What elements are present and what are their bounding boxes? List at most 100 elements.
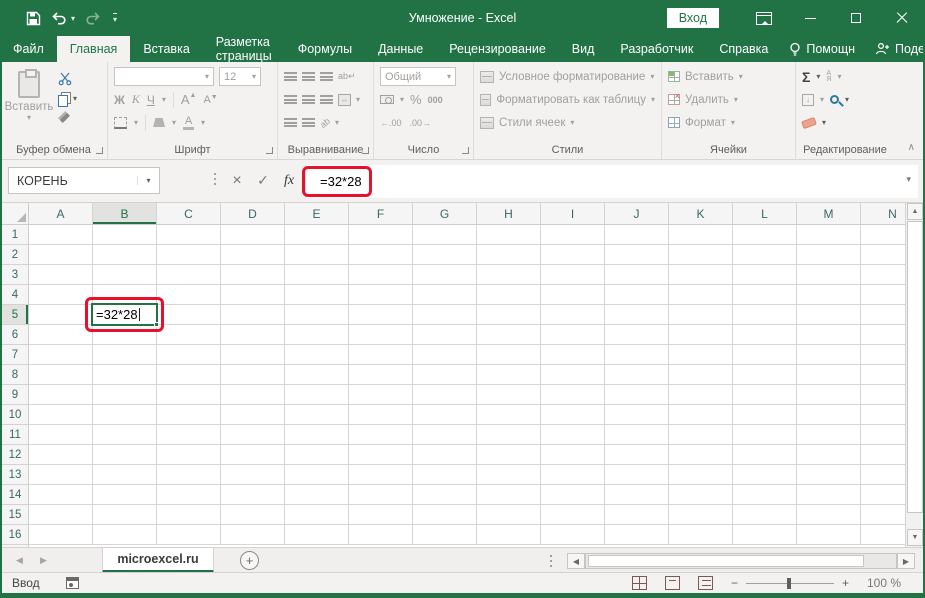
cell-J10[interactable] bbox=[605, 405, 669, 425]
cell-M15[interactable] bbox=[797, 505, 861, 525]
cell-J1[interactable] bbox=[605, 225, 669, 245]
cell-D7[interactable] bbox=[221, 345, 285, 365]
cell-A16[interactable] bbox=[29, 525, 93, 545]
cell-C6[interactable] bbox=[157, 325, 221, 345]
row-header-2[interactable]: 2 bbox=[2, 245, 28, 265]
font-size-select[interactable]: 12▾ bbox=[219, 67, 261, 86]
cell-E13[interactable] bbox=[285, 465, 349, 485]
cell-I15[interactable] bbox=[541, 505, 605, 525]
cell-M1[interactable] bbox=[797, 225, 861, 245]
minimize-button[interactable] bbox=[787, 0, 833, 36]
cell-G14[interactable] bbox=[413, 485, 477, 505]
cell-H8[interactable] bbox=[477, 365, 541, 385]
cell-G7[interactable] bbox=[413, 345, 477, 365]
cell-E11[interactable] bbox=[285, 425, 349, 445]
column-header-K[interactable]: K bbox=[669, 203, 733, 224]
cell-M12[interactable] bbox=[797, 445, 861, 465]
cell-G11[interactable] bbox=[413, 425, 477, 445]
zoom-slider-thumb[interactable] bbox=[787, 578, 791, 589]
cell-A14[interactable] bbox=[29, 485, 93, 505]
cell-N7[interactable] bbox=[861, 345, 905, 365]
cell-G4[interactable] bbox=[413, 285, 477, 305]
row-header-16[interactable]: 16 bbox=[2, 525, 28, 545]
cell-M2[interactable] bbox=[797, 245, 861, 265]
cell-F10[interactable] bbox=[349, 405, 413, 425]
row-header-5[interactable]: 5 bbox=[2, 305, 28, 325]
name-box-dropdown-icon[interactable]: ▾ bbox=[137, 176, 159, 185]
cell-K11[interactable] bbox=[669, 425, 733, 445]
cell-H2[interactable] bbox=[477, 245, 541, 265]
cell-M10[interactable] bbox=[797, 405, 861, 425]
cell-A12[interactable] bbox=[29, 445, 93, 465]
cell-M3[interactable] bbox=[797, 265, 861, 285]
cell-I16[interactable] bbox=[541, 525, 605, 545]
vertical-scrollbar[interactable]: ▲ ▼ bbox=[905, 203, 923, 547]
cell-E5[interactable] bbox=[285, 305, 349, 325]
zoom-out-button[interactable]: − bbox=[731, 576, 738, 590]
cell-B13[interactable] bbox=[93, 465, 157, 485]
column-header-J[interactable]: J bbox=[605, 203, 669, 224]
cell-B7[interactable] bbox=[93, 345, 157, 365]
cell-I6[interactable] bbox=[541, 325, 605, 345]
cell-F4[interactable] bbox=[349, 285, 413, 305]
scroll-left-arrow-icon[interactable]: ◀ bbox=[567, 553, 585, 569]
cell-D5[interactable] bbox=[221, 305, 285, 325]
column-header-C[interactable]: C bbox=[157, 203, 221, 224]
cell-M13[interactable] bbox=[797, 465, 861, 485]
column-header-A[interactable]: A bbox=[29, 203, 93, 224]
cell-J14[interactable] bbox=[605, 485, 669, 505]
cell-F14[interactable] bbox=[349, 485, 413, 505]
tab-help[interactable]: Справка bbox=[706, 36, 781, 62]
cell-D8[interactable] bbox=[221, 365, 285, 385]
cell-N1[interactable] bbox=[861, 225, 905, 245]
cell-F3[interactable] bbox=[349, 265, 413, 285]
cell-A3[interactable] bbox=[29, 265, 93, 285]
close-button[interactable] bbox=[879, 0, 925, 36]
cell-C2[interactable] bbox=[157, 245, 221, 265]
clear-eraser-icon[interactable] bbox=[801, 116, 817, 128]
insert-function-button[interactable]: fx bbox=[276, 167, 302, 194]
cell-I12[interactable] bbox=[541, 445, 605, 465]
tab-insert[interactable]: Вставка bbox=[130, 36, 202, 62]
tab-review[interactable]: Рецензирование bbox=[436, 36, 559, 62]
row-header-11[interactable]: 11 bbox=[2, 425, 28, 445]
cell-E3[interactable] bbox=[285, 265, 349, 285]
zoom-slider[interactable] bbox=[746, 583, 834, 584]
cell-E1[interactable] bbox=[285, 225, 349, 245]
cell-J6[interactable] bbox=[605, 325, 669, 345]
cell-M4[interactable] bbox=[797, 285, 861, 305]
cell-E10[interactable] bbox=[285, 405, 349, 425]
assistant-button[interactable]: Помощн bbox=[781, 42, 863, 57]
cell-F5[interactable] bbox=[349, 305, 413, 325]
cell-C5[interactable] bbox=[157, 305, 221, 325]
cell-E15[interactable] bbox=[285, 505, 349, 525]
maximize-button[interactable] bbox=[833, 0, 879, 36]
cell-C7[interactable] bbox=[157, 345, 221, 365]
cell-I13[interactable] bbox=[541, 465, 605, 485]
column-header-I[interactable]: I bbox=[541, 203, 605, 224]
cell-C3[interactable] bbox=[157, 265, 221, 285]
font-dialog-launcher[interactable] bbox=[266, 147, 273, 154]
select-all-corner[interactable] bbox=[2, 203, 29, 225]
column-header-M[interactable]: M bbox=[797, 203, 861, 224]
cell-C9[interactable] bbox=[157, 385, 221, 405]
cell-L14[interactable] bbox=[733, 485, 797, 505]
cell-H4[interactable] bbox=[477, 285, 541, 305]
cell-G16[interactable] bbox=[413, 525, 477, 545]
cell-E8[interactable] bbox=[285, 365, 349, 385]
save-icon[interactable] bbox=[26, 11, 41, 26]
row-header-3[interactable]: 3 bbox=[2, 265, 28, 285]
cell-H12[interactable] bbox=[477, 445, 541, 465]
cell-N6[interactable] bbox=[861, 325, 905, 345]
cell-I14[interactable] bbox=[541, 485, 605, 505]
cell-J12[interactable] bbox=[605, 445, 669, 465]
cell-L12[interactable] bbox=[733, 445, 797, 465]
cell-J8[interactable] bbox=[605, 365, 669, 385]
cell-M7[interactable] bbox=[797, 345, 861, 365]
cell-B15[interactable] bbox=[93, 505, 157, 525]
cell-G3[interactable] bbox=[413, 265, 477, 285]
cell-L9[interactable] bbox=[733, 385, 797, 405]
cell-D2[interactable] bbox=[221, 245, 285, 265]
column-header-D[interactable]: D bbox=[221, 203, 285, 224]
cell-J16[interactable] bbox=[605, 525, 669, 545]
